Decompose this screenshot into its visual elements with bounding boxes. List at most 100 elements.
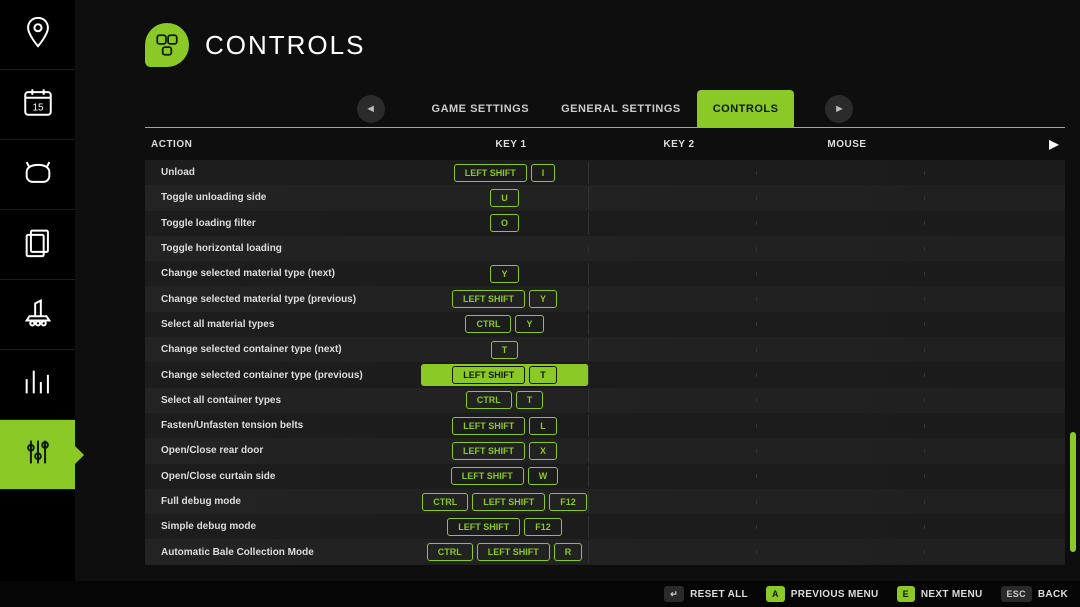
binding-cell-mouse[interactable] bbox=[757, 221, 925, 225]
binding-cell-key1[interactable]: T bbox=[421, 339, 589, 361]
sidebar-item-calendar-icon[interactable]: 15 bbox=[0, 70, 75, 140]
binding-cell-key1[interactable]: Y bbox=[421, 263, 589, 285]
binding-cell-mouse[interactable] bbox=[757, 373, 925, 377]
action-label: Toggle unloading side bbox=[145, 192, 421, 203]
binding-row[interactable]: Change selected material type (next)Y bbox=[145, 261, 1065, 286]
binding-cell-key1[interactable]: LEFT SHIFTT bbox=[421, 364, 589, 385]
binding-cell-key1[interactable]: CTRLT bbox=[421, 389, 589, 411]
binding-cell-key2[interactable] bbox=[589, 424, 757, 428]
page-title: CONTROLS bbox=[205, 30, 365, 61]
col-header-key2: KEY 2 bbox=[595, 139, 763, 150]
binding-row[interactable]: Change selected material type (previous)… bbox=[145, 286, 1065, 311]
binding-cell-key2[interactable] bbox=[589, 322, 757, 326]
tab-general-settings[interactable]: GENERAL SETTINGS bbox=[545, 90, 697, 128]
binding-cell-key2[interactable] bbox=[589, 449, 757, 453]
keycap: Y bbox=[529, 290, 557, 308]
binding-cell-key2[interactable] bbox=[589, 272, 757, 276]
sidebar-item-stats-icon[interactable] bbox=[0, 350, 75, 420]
binding-row[interactable]: Toggle loading filterO bbox=[145, 211, 1065, 236]
binding-cell-mouse[interactable] bbox=[757, 322, 925, 326]
binding-row[interactable]: Select all material typesCTRLY bbox=[145, 312, 1065, 337]
binding-cell-key2[interactable] bbox=[589, 221, 757, 225]
vertical-scrollbar[interactable] bbox=[1070, 432, 1076, 552]
col-header-key1: KEY 1 bbox=[427, 139, 595, 150]
binding-cell-mouse[interactable] bbox=[757, 525, 925, 529]
binding-cell-key2[interactable] bbox=[589, 500, 757, 504]
sidebar-item-settings-icon[interactable] bbox=[0, 420, 75, 490]
binding-row[interactable]: Select all container typesCTRLT bbox=[145, 388, 1065, 413]
binding-cell-key2[interactable] bbox=[589, 373, 757, 377]
binding-cell-key1[interactable]: CTRLLEFT SHIFTR bbox=[421, 541, 589, 563]
footer-next-menu[interactable]: E NEXT MENU bbox=[897, 586, 983, 602]
binding-cell-key2[interactable] bbox=[589, 247, 757, 251]
binding-cell-key2[interactable] bbox=[589, 398, 757, 402]
binding-cell-key1[interactable]: CTRLLEFT SHIFTF12 bbox=[421, 491, 589, 513]
binding-cell-mouse[interactable] bbox=[757, 550, 925, 554]
binding-cell-key2[interactable] bbox=[589, 297, 757, 301]
footer-previous-menu[interactable]: A PREVIOUS MENU bbox=[766, 586, 879, 602]
binding-cell-key1[interactable] bbox=[421, 247, 589, 251]
binding-cell-key1[interactable]: LEFT SHIFTL bbox=[421, 415, 589, 437]
binding-cell-key1[interactable]: U bbox=[421, 187, 589, 209]
binding-cell-key1[interactable]: O bbox=[421, 212, 589, 234]
binding-row[interactable]: Simple debug modeLEFT SHIFTF12 bbox=[145, 514, 1065, 539]
sidebar-item-cow-icon[interactable] bbox=[0, 140, 75, 210]
binding-row[interactable]: Full debug modeCTRLLEFT SHIFTF12 bbox=[145, 489, 1065, 514]
binding-cell-key2[interactable] bbox=[589, 550, 757, 554]
triangle-right-icon: ▶ bbox=[1049, 137, 1059, 151]
binding-row[interactable]: Change selected container type (previous… bbox=[145, 362, 1065, 387]
sidebar-item-map-icon[interactable] bbox=[0, 0, 75, 70]
binding-cell-key2[interactable] bbox=[589, 171, 757, 175]
keycap: LEFT SHIFT bbox=[452, 290, 525, 308]
binding-cell-mouse[interactable] bbox=[757, 500, 925, 504]
sidebar-item-docs-icon[interactable] bbox=[0, 210, 75, 280]
binding-cell-mouse[interactable] bbox=[757, 247, 925, 251]
action-label: Change selected container type (previous… bbox=[145, 370, 421, 381]
binding-cell-mouse[interactable] bbox=[757, 272, 925, 276]
action-label: Automatic Bale Collection Mode bbox=[145, 547, 421, 558]
binding-cell-key2[interactable] bbox=[589, 525, 757, 529]
binding-cell-key1[interactable]: LEFT SHIFTX bbox=[421, 440, 589, 462]
binding-cell-mouse[interactable] bbox=[757, 297, 925, 301]
action-label: Unload bbox=[145, 167, 421, 178]
binding-row[interactable]: UnloadLEFT SHIFTI bbox=[145, 160, 1065, 185]
binding-cell-key1[interactable]: CTRLY bbox=[421, 313, 589, 335]
binding-cell-mouse[interactable] bbox=[757, 474, 925, 478]
binding-row[interactable]: Change selected container type (next)T bbox=[145, 337, 1065, 362]
binding-cell-mouse[interactable] bbox=[757, 449, 925, 453]
keycap: LEFT SHIFT bbox=[452, 366, 525, 384]
tab-game-settings[interactable]: GAME SETTINGS bbox=[416, 90, 546, 128]
binding-cell-key1[interactable]: LEFT SHIFTI bbox=[421, 162, 589, 184]
binding-row[interactable]: Automatic Bale Collection ModeCTRLLEFT S… bbox=[145, 539, 1065, 564]
keycap: X bbox=[529, 442, 557, 460]
footer-bar: ↵ RESET ALL A PREVIOUS MENU E NEXT MENU … bbox=[0, 581, 1080, 607]
action-label: Select all material types bbox=[145, 319, 421, 330]
binding-row[interactable]: Toggle horizontal loading bbox=[145, 236, 1065, 261]
sidebar-item-machine-icon[interactable] bbox=[0, 280, 75, 350]
binding-cell-key1[interactable]: LEFT SHIFTY bbox=[421, 288, 589, 310]
column-header-row: ACTION KEY 1 KEY 2 MOUSE ▶ bbox=[145, 128, 1065, 160]
binding-cell-key1[interactable]: LEFT SHIFTF12 bbox=[421, 516, 589, 538]
binding-cell-key2[interactable] bbox=[589, 474, 757, 478]
binding-cell-mouse[interactable] bbox=[757, 424, 925, 428]
binding-row[interactable]: Open/Close rear doorLEFT SHIFTX bbox=[145, 438, 1065, 463]
keycap: LEFT SHIFT bbox=[452, 417, 525, 435]
binding-cell-key2[interactable] bbox=[589, 348, 757, 352]
tabs-next-button[interactable]: ► bbox=[825, 95, 853, 123]
tabs-prev-button[interactable]: ◄ bbox=[357, 95, 385, 123]
binding-row[interactable]: Fasten/Unfasten tension beltsLEFT SHIFTL bbox=[145, 413, 1065, 438]
binding-cell-mouse[interactable] bbox=[757, 171, 925, 175]
binding-cell-mouse[interactable] bbox=[757, 348, 925, 352]
scroll-indicator[interactable]: ▶ bbox=[931, 137, 1059, 151]
prev-label: PREVIOUS MENU bbox=[791, 589, 879, 600]
binding-row[interactable]: Toggle unloading sideU bbox=[145, 185, 1065, 210]
footer-back[interactable]: ESC BACK bbox=[1001, 586, 1069, 602]
next-label: NEXT MENU bbox=[921, 589, 983, 600]
binding-row[interactable]: Open/Close curtain sideLEFT SHIFTW bbox=[145, 464, 1065, 489]
binding-cell-mouse[interactable] bbox=[757, 196, 925, 200]
binding-cell-key1[interactable]: LEFT SHIFTW bbox=[421, 465, 589, 487]
binding-cell-mouse[interactable] bbox=[757, 398, 925, 402]
tab-controls[interactable]: CONTROLS bbox=[697, 90, 795, 128]
footer-reset-all[interactable]: ↵ RESET ALL bbox=[664, 586, 748, 602]
binding-cell-key2[interactable] bbox=[589, 196, 757, 200]
